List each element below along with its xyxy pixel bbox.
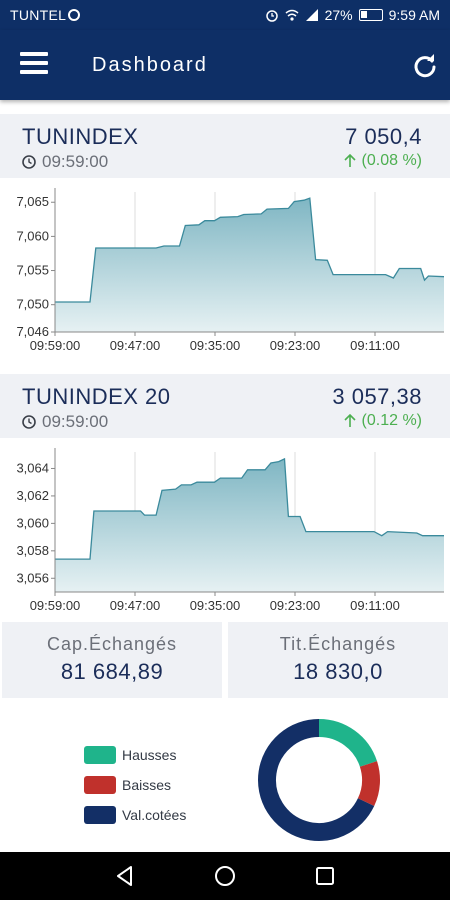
index-time-value: 09:59:00	[42, 412, 109, 431]
index-value: 7 050,4	[345, 124, 422, 149]
status-bar: TUNTEL 27% 9:59 AM	[0, 0, 450, 30]
x-tick-label: 09:23:00	[270, 338, 321, 353]
signal-icon	[305, 9, 318, 21]
hamburger-menu-icon[interactable]	[20, 52, 50, 78]
system-nav-bar	[0, 852, 450, 900]
alarm-icon	[265, 10, 278, 22]
cap-echanges-label: Cap.Échangés	[46, 634, 178, 654]
x-tick-label: 09:35:00	[190, 338, 241, 353]
index-change-value: (0.08 %)	[361, 152, 422, 169]
x-tick-label: 09:47:00	[110, 338, 161, 353]
legend-item-hausses: Hausses	[84, 740, 186, 770]
back-icon[interactable]	[113, 864, 137, 888]
x-tick-label: 09:59:00	[30, 338, 81, 353]
y-tick-label: 3,064	[16, 460, 49, 475]
refresh-icon[interactable]	[412, 53, 438, 79]
tunindex-20-chart: 3,064 3,062 3,060 3,058 3,056 09:59:00 09:47:0…	[16, 448, 444, 613]
y-tick-label: 3,056	[16, 570, 49, 585]
x-tick-label: 09:11:00	[350, 338, 400, 353]
legend-swatch	[84, 746, 116, 764]
tit-echanges-card: Tit.Échangés 18 830,0	[228, 622, 448, 698]
legend-label: Hausses	[122, 747, 177, 763]
y-tick-label: 3,058	[16, 543, 49, 558]
y-tick-label: 7,055	[16, 263, 49, 278]
x-tick-label: 09:23:00	[270, 598, 321, 613]
market-donut-chart	[258, 719, 380, 841]
battery-percent: 27%	[324, 7, 353, 23]
area-fill	[55, 198, 444, 332]
index-time-value: 09:59:00	[42, 152, 109, 171]
cap-echanges-value: 81 684,89	[60, 659, 164, 684]
area-fill	[55, 458, 444, 592]
home-icon[interactable]	[213, 864, 237, 888]
index-change-value: (0.12 %)	[361, 412, 422, 429]
page-title: Dashboard	[92, 54, 208, 76]
legend-swatch	[84, 806, 116, 824]
legend-item-val-cotees: Val.cotées	[84, 800, 186, 830]
donut-legend: Hausses Baisses Val.cotées	[84, 740, 186, 830]
legend-label: Baisses	[122, 777, 172, 793]
index-change: (0.12 %)	[343, 412, 422, 430]
y-tick-label: 7,060	[16, 228, 49, 243]
y-tick-label: 3,060	[16, 515, 49, 530]
battery-icon	[358, 9, 383, 21]
legend-label: Val.cotées	[122, 807, 187, 823]
index-card-tunindex[interactable]: TUNINDEX 09:59:00 7 050,4 (0.08 %)	[0, 114, 450, 178]
carrier-name: TUNTEL	[10, 7, 81, 23]
recents-icon[interactable]	[313, 864, 337, 888]
index-value: 3 057,38	[332, 384, 422, 409]
x-tick-label: 09:35:00	[190, 598, 241, 613]
y-tick-label: 3,062	[16, 488, 49, 503]
legend-item-baisses: Baisses	[84, 770, 186, 800]
clock-icon	[22, 415, 36, 429]
carrier-logo-icon	[68, 9, 81, 21]
clock-icon	[22, 155, 36, 169]
tit-echanges-value: 18 830,0	[293, 659, 383, 684]
x-tick-label: 09:59:00	[30, 598, 81, 613]
cap-echanges-card: Cap.Échangés 81 684,89	[2, 622, 222, 698]
app-bar: Dashboard	[0, 30, 450, 100]
y-tick-label: 7,046	[16, 324, 49, 339]
tunindex-chart: 7,065 7,060 7,055 7,050 7,04609:59:00 09:47:0…	[16, 188, 445, 353]
index-time: 09:59:00	[22, 152, 108, 172]
index-card-tunindex-20[interactable]: TUNINDEX 20 09:59:00 3 057,38 (0.12 %)	[0, 374, 450, 438]
donut-slice-baisses	[357, 761, 380, 806]
legend-swatch	[84, 776, 116, 794]
x-tick-label: 09:47:00	[110, 598, 161, 613]
donut-slice-hausses	[318, 719, 378, 768]
arrow-up-icon	[343, 154, 356, 167]
arrow-up-icon	[343, 414, 356, 427]
x-tick-label: 09:11:00	[350, 598, 400, 613]
y-tick-label: 7,050	[16, 297, 49, 312]
index-change: (0.08 %)	[343, 152, 422, 170]
index-name: TUNINDEX	[22, 124, 139, 149]
y-tick-label: 7,065	[16, 194, 49, 209]
tit-echanges-label: Tit.Échangés	[279, 634, 397, 654]
index-name: TUNINDEX 20	[22, 384, 171, 409]
status-icons: 27% 9:59 AM	[265, 7, 440, 23]
index-time: 09:59:00	[22, 412, 108, 432]
wifi-icon	[285, 9, 299, 21]
status-time: 9:59 AM	[388, 7, 440, 23]
